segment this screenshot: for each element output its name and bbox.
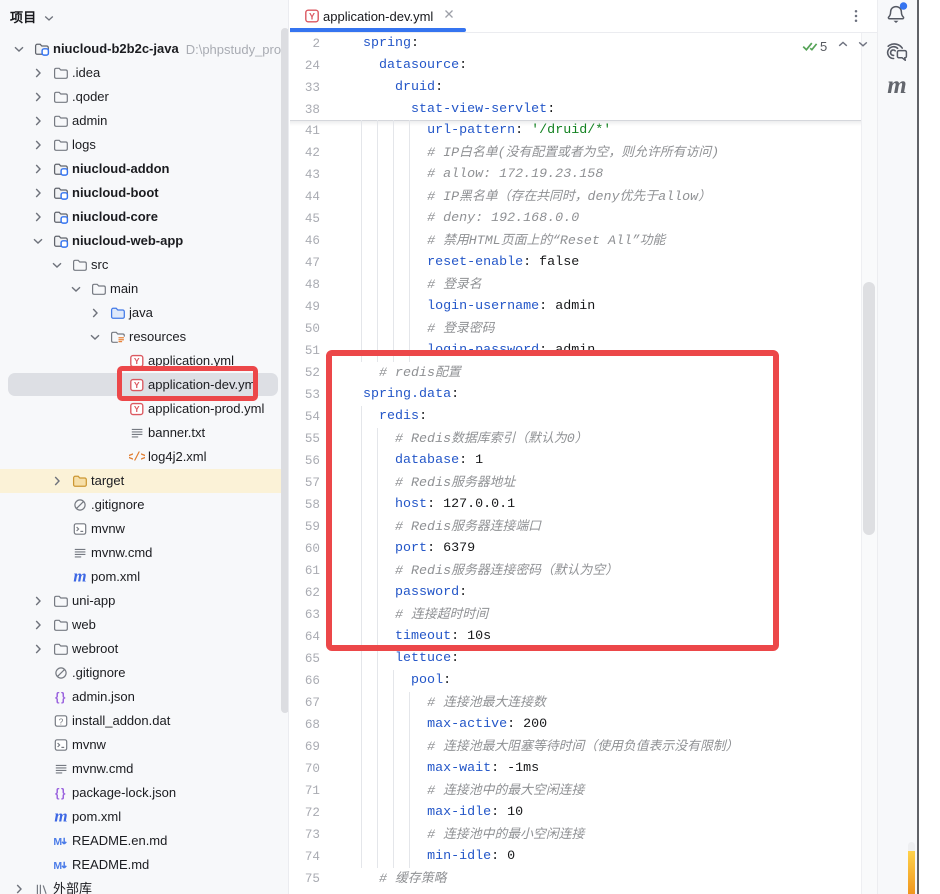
svg-text:?: ? — [59, 716, 64, 726]
svg-text:{}: {} — [55, 692, 67, 704]
svg-text:{}: {} — [55, 788, 67, 800]
svg-text:</>: </> — [129, 452, 145, 465]
svg-text:Y: Y — [309, 11, 315, 21]
svg-text:m: m — [54, 809, 67, 825]
svg-text:M: M — [53, 860, 62, 872]
svg-text:Y: Y — [134, 404, 140, 414]
svg-text:M: M — [53, 836, 62, 848]
svg-text:Y: Y — [134, 356, 140, 366]
svg-text:m: m — [73, 569, 86, 585]
